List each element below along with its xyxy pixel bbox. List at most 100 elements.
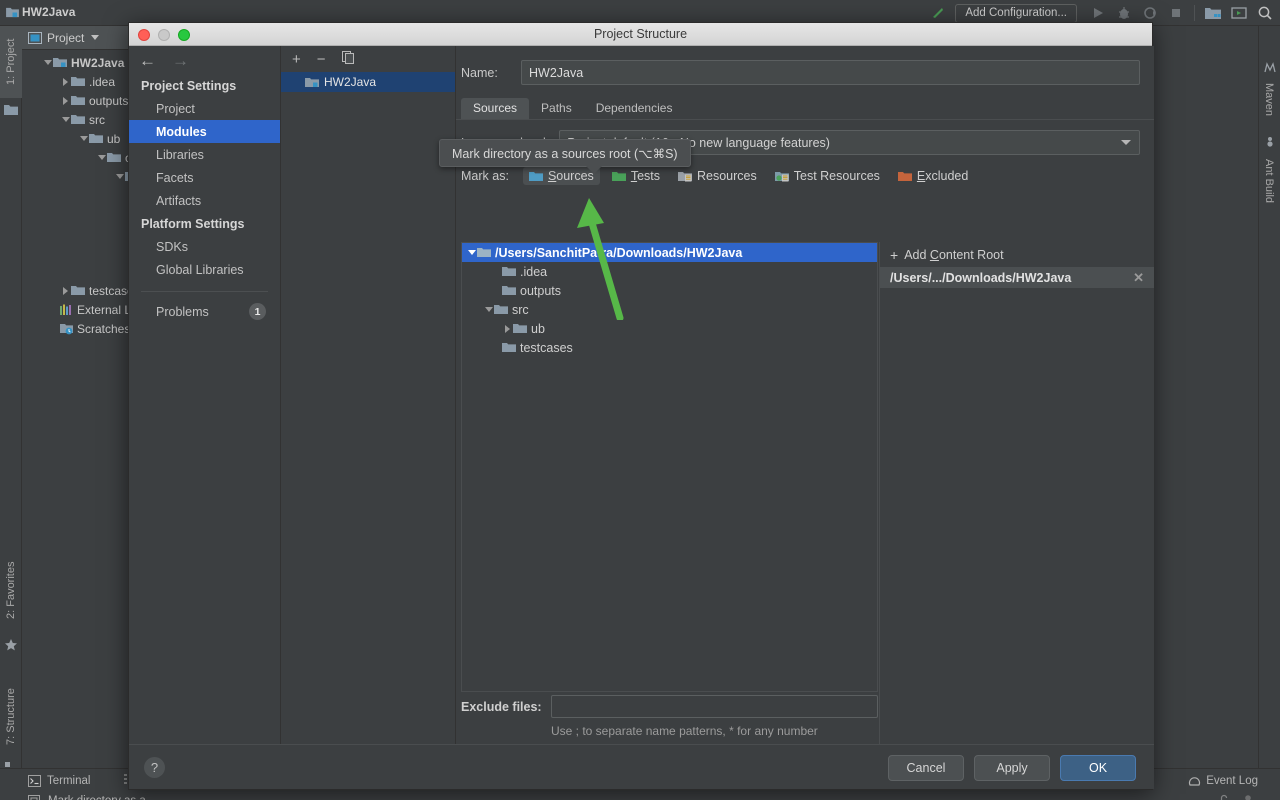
test-resources-folder-icon [775, 171, 789, 182]
tree-row[interactable]: /Users/SanchitPatra/Downloads/HW2Java [462, 243, 877, 262]
left-tool-window-strip: 1: Project 2: Favorites 7: Structure [0, 26, 22, 768]
sources-folder-icon [529, 171, 543, 182]
nav-item-modules[interactable]: Modules [129, 120, 280, 143]
nav-item-facets[interactable]: Facets [129, 166, 280, 189]
twisty-open-icon[interactable] [60, 110, 71, 129]
close-icon[interactable]: ✕ [1133, 270, 1144, 286]
twisty-closed-icon[interactable] [502, 319, 513, 338]
mark-as-resources-button[interactable]: Resources [672, 167, 763, 185]
status-terminal[interactable]: Terminal [28, 774, 137, 788]
folder-icon [71, 285, 85, 296]
nav-item-label: Problems [156, 305, 209, 319]
stop-icon[interactable] [1165, 2, 1187, 24]
mark-as-resources-label: Resources [697, 169, 757, 183]
forward-arrow-icon[interactable]: → [172, 52, 189, 69]
project-structure-icon[interactable] [1202, 2, 1224, 24]
tree-row-label: ub [531, 322, 545, 336]
lock-icon[interactable] [1218, 794, 1230, 800]
exclude-files-label: Exclude files: [461, 700, 542, 714]
search-everywhere-icon[interactable] [1254, 2, 1276, 24]
remove-icon[interactable]: − [317, 52, 326, 67]
tree-row[interactable]: ub [462, 319, 877, 338]
module-folder-icon [53, 57, 67, 68]
twisty-closed-icon[interactable] [60, 281, 71, 300]
twisty-closed-icon[interactable] [60, 72, 71, 91]
tab-sources[interactable]: Sources [461, 98, 529, 119]
sidebar-item-maven[interactable]: Maven [1258, 76, 1280, 124]
tab-paths[interactable]: Paths [529, 98, 584, 119]
nav-item-sdks[interactable]: SDKs [129, 235, 280, 258]
tooltip: Mark directory as a sources root (⌥⌘S) [439, 139, 691, 167]
run-with-coverage-icon[interactable] [1139, 2, 1161, 24]
nav-item-problems[interactable]: Problems 1 [129, 300, 280, 323]
twisty-open-icon[interactable] [78, 129, 89, 148]
nav-item-label: SDKs [156, 240, 188, 254]
module-icon [305, 77, 319, 88]
tree-row[interactable]: .idea [462, 262, 877, 281]
module-name-input[interactable]: HW2Java [521, 60, 1140, 85]
apply-button[interactable]: Apply [974, 755, 1050, 781]
run-icon[interactable] [1087, 2, 1109, 24]
sidebar-item-project[interactable]: 1: Project [0, 26, 22, 98]
status-event-log[interactable]: Event Log [1188, 774, 1258, 787]
help-button[interactable]: ? [144, 757, 165, 778]
tree-row-label: .idea [520, 265, 547, 279]
chevron-down-icon[interactable] [91, 35, 99, 40]
excluded-folder-icon [898, 171, 912, 182]
ok-button[interactable]: OK [1060, 755, 1136, 781]
status-event-log-label: Event Log [1206, 775, 1258, 787]
content-root-label: /Users/.../Downloads/HW2Java [890, 271, 1071, 285]
twisty-open-icon[interactable] [466, 243, 477, 262]
external-libraries-icon [60, 304, 73, 316]
modules-list-panel: + − HW2Java [281, 46, 456, 768]
content-roots-panel: + Add Content Root /Users/.../Downloads/… [879, 242, 1154, 768]
status-message-label: Mark directory as a [48, 795, 146, 800]
add-configuration-button[interactable]: Add Configuration... [955, 4, 1077, 23]
sidebar-item-favorites[interactable]: 2: Favorites [0, 546, 22, 634]
nav-item-global-libraries[interactable]: Global Libraries [129, 258, 280, 281]
project-view-icon [28, 32, 42, 44]
updates-icon[interactable] [1228, 2, 1250, 24]
sidebar-item-label: Ant Build [1263, 159, 1275, 203]
sidebar-item-structure[interactable]: 7: Structure [0, 674, 22, 760]
folder-icon [502, 266, 516, 277]
tree-row[interactable]: testcases [462, 338, 877, 357]
back-arrow-icon[interactable]: ← [139, 52, 156, 69]
screen: HW2Java Add Configuration... [0, 0, 1280, 800]
nav-item-label: Project [156, 102, 195, 116]
sidebar-item-ant-build[interactable]: Ant Build [1258, 150, 1280, 212]
debug-icon[interactable] [1113, 2, 1135, 24]
folder-icon [71, 114, 85, 125]
copy-icon[interactable] [342, 51, 355, 67]
mark-as-test-resources-button[interactable]: Test Resources [769, 167, 886, 185]
twisty-open-icon[interactable] [114, 167, 125, 186]
add-content-root-button[interactable]: + Add Content Root [880, 242, 1154, 267]
add-icon[interactable]: + [292, 52, 301, 67]
nav-item-libraries[interactable]: Libraries [129, 143, 280, 166]
twisty-closed-icon[interactable] [60, 91, 71, 110]
nav-item-project[interactable]: Project [129, 97, 280, 120]
dialog-footer: ? Cancel Apply OK [129, 744, 1154, 789]
list-item[interactable]: HW2Java [281, 72, 455, 92]
build-icon[interactable] [927, 2, 949, 24]
cancel-button[interactable]: Cancel [888, 755, 964, 781]
nav-item-artifacts[interactable]: Artifacts [129, 189, 280, 212]
status-terminal-label: Terminal [47, 775, 90, 787]
person-icon[interactable] [1242, 794, 1254, 800]
tree-row[interactable]: src [462, 300, 877, 319]
list-item-label: HW2Java [324, 75, 376, 89]
mark-as-tests-button[interactable]: Tests [606, 167, 666, 185]
exclude-files-input[interactable] [551, 695, 878, 718]
twisty-open-icon[interactable] [96, 148, 107, 167]
dialog-title: Project Structure [129, 27, 1152, 41]
project-icon [6, 7, 19, 18]
tab-dependencies[interactable]: Dependencies [584, 98, 685, 119]
event-log-icon [1188, 774, 1201, 787]
sidebar-item-label: Maven [1263, 83, 1275, 116]
mark-as-excluded-button[interactable]: Excluded [892, 167, 974, 185]
folder-icon [477, 247, 491, 258]
content-root-item[interactable]: /Users/.../Downloads/HW2Java ✕ [880, 267, 1154, 288]
twisty-open-icon[interactable] [483, 300, 494, 319]
twisty-open-icon[interactable] [42, 53, 53, 72]
tree-row[interactable]: outputs [462, 281, 877, 300]
